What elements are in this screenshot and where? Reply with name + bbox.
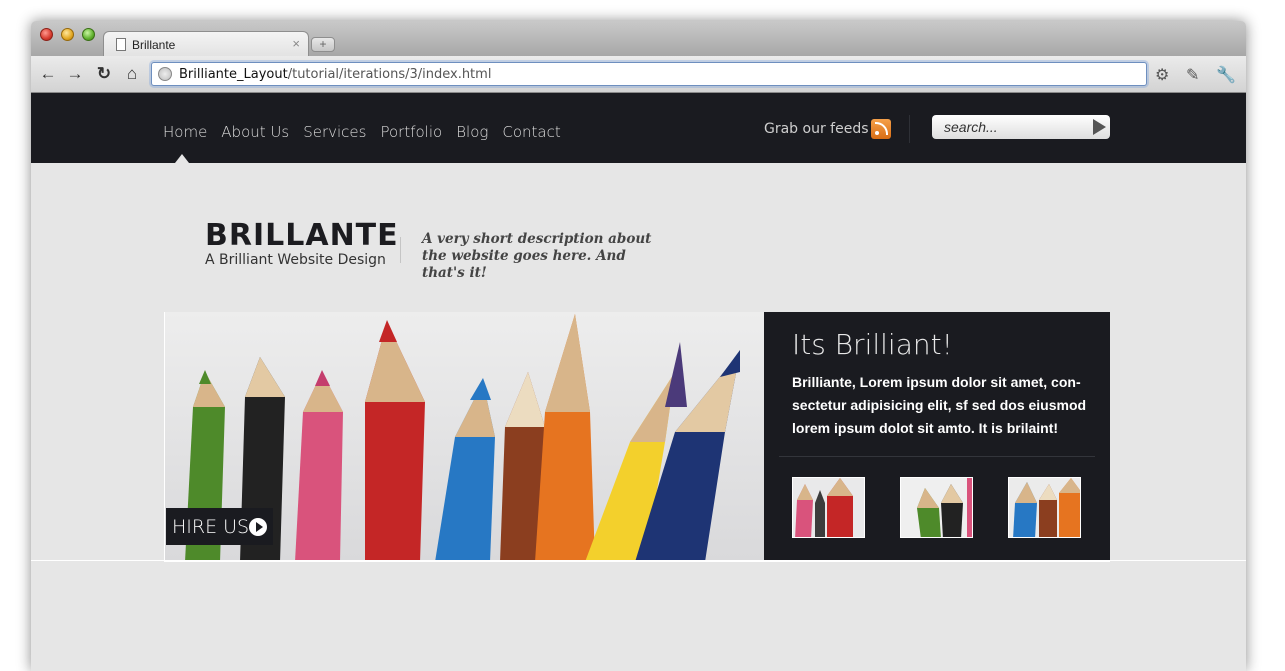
close-window-button[interactable] <box>40 28 53 41</box>
site-brand: BRILLANTE A Brilliant Website Design <box>205 221 399 269</box>
address-bar[interactable]: Brilliante_Layout/tutorial/iterations/3/… <box>151 62 1147 86</box>
forward-icon[interactable]: → <box>64 64 86 84</box>
browser-window: Brillante × + ← → ↻ ⌂ Brilliante_Layout/… <box>31 21 1246 671</box>
nav-about-us[interactable]: About Us <box>221 123 289 141</box>
nav-blog[interactable]: Blog <box>456 123 488 141</box>
thumbnail-1[interactable] <box>792 477 865 538</box>
tab-strip: Brillante × + <box>31 21 1246 57</box>
feeds-label[interactable]: Grab our feeds <box>764 121 869 137</box>
pencils-image: HIRE US <box>165 312 764 560</box>
panel-text: Brilliante, Lorem ipsum dolor sit amet, … <box>792 374 1087 436</box>
nav-portfolio[interactable]: Portfolio <box>380 123 442 141</box>
site-navbar: Home About Us Services Portfolio Blog Co… <box>31 93 1246 163</box>
active-nav-pointer <box>175 154 189 163</box>
nav-contact[interactable]: Contact <box>502 123 560 141</box>
site-tagline: A very short description about the websi… <box>422 231 652 281</box>
browser-toolbar: ← → ↻ ⌂ Brilliante_Layout/tutorial/itera… <box>31 56 1246 93</box>
brand-divider <box>400 237 401 263</box>
hero-section: HIRE US Its Brilliant! Brilliante, Lorem… <box>164 312 1110 562</box>
url-host: Brilliante_Layout <box>179 67 288 82</box>
home-icon[interactable]: ⌂ <box>121 64 143 84</box>
thumbnail-2[interactable] <box>900 477 973 538</box>
globe-icon <box>158 67 172 81</box>
thumbnail-3[interactable] <box>1008 477 1081 538</box>
nav-services[interactable]: Services <box>303 123 366 141</box>
hire-us-button[interactable]: HIRE US <box>166 508 273 545</box>
back-icon[interactable]: ← <box>37 64 59 84</box>
search-box <box>932 115 1110 139</box>
browser-tab[interactable]: Brillante × <box>103 31 309 57</box>
section-divider <box>31 560 1246 561</box>
nav-home[interactable]: Home <box>163 123 207 141</box>
wrench-icon[interactable]: 🔧 <box>1216 65 1236 85</box>
feature-panel: Its Brilliant! Brilliante, Lorem ipsum d… <box>764 312 1110 560</box>
main-nav: Home About Us Services Portfolio Blog Co… <box>163 123 575 141</box>
play-circle-icon <box>249 518 267 536</box>
nav-divider <box>909 115 910 143</box>
url-path: /tutorial/iterations/3/index.html <box>287 67 492 82</box>
minimize-window-button[interactable] <box>61 28 74 41</box>
search-submit-icon[interactable] <box>1093 119 1106 135</box>
panel-divider <box>779 456 1095 457</box>
hire-us-label: HIRE US <box>172 516 250 538</box>
web-page: Home About Us Services Portfolio Blog Co… <box>31 93 1246 671</box>
url-text[interactable]: Brilliante_Layout/tutorial/iterations/3/… <box>179 67 491 82</box>
reload-icon[interactable]: ↻ <box>93 64 115 84</box>
zoom-window-button[interactable] <box>82 28 95 41</box>
tab-title: Brillante <box>132 38 176 52</box>
extension-icon[interactable]: ✎ <box>1186 65 1199 85</box>
rss-icon[interactable] <box>871 119 891 139</box>
brand-subtitle: A Brilliant Website Design <box>205 252 386 268</box>
brand-title[interactable]: BRILLANTE <box>205 221 399 251</box>
tab-close-icon[interactable]: × <box>292 36 300 51</box>
search-input[interactable] <box>944 118 1084 136</box>
settings-icon[interactable]: ⚙ <box>1155 65 1169 85</box>
panel-title: Its Brilliant! <box>792 328 953 361</box>
new-tab-button[interactable]: + <box>311 37 335 52</box>
page-icon <box>116 38 126 51</box>
